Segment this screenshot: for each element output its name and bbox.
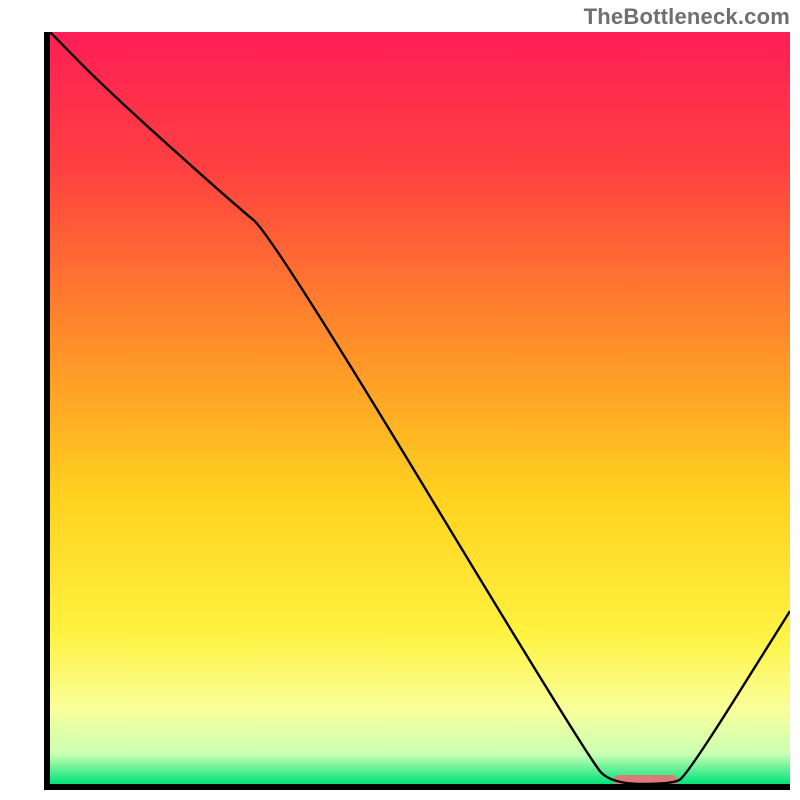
plot-area (44, 32, 790, 790)
gradient-fill (50, 32, 790, 784)
chart-canvas: TheBottleneck.com (0, 0, 800, 800)
plot-svg (44, 32, 790, 790)
watermark-text: TheBottleneck.com (584, 4, 790, 30)
